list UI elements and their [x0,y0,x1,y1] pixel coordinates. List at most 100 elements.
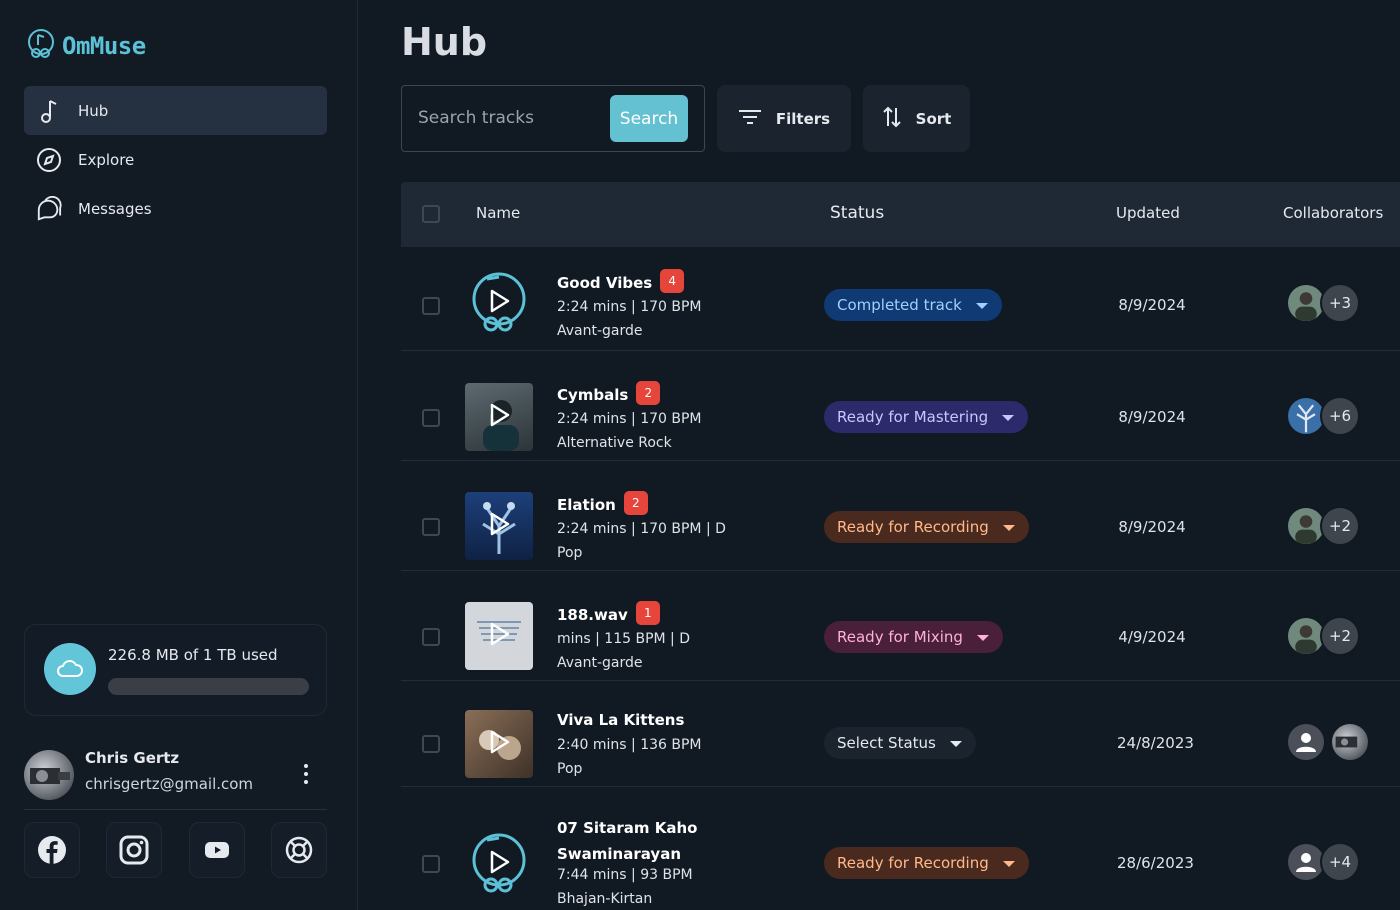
select-all-checkbox[interactable] [422,205,440,223]
user-email: chrisgertz@gmail.com [85,775,254,793]
status-dropdown[interactable]: Ready for Mastering [824,401,1029,433]
column-header-updated[interactable]: Updated [1116,204,1180,222]
brand-logo[interactable]: OmMuse [26,28,146,64]
track-thumbnail[interactable] [465,492,533,560]
table-row[interactable]: 188.wav 1 mins | 115 BPM | D Avant-garde … [401,571,1400,681]
nav-item-explore[interactable]: Explore [24,135,327,184]
track-title-text: 07 Sitaram Kaho Swaminarayan [557,819,698,863]
collaborators[interactable]: +3 [1286,283,1360,323]
track-title-text: Elation [557,496,616,514]
updated-date: 8/9/2024 [1118,296,1186,314]
row-checkbox[interactable] [422,628,440,646]
facebook-icon[interactable] [24,822,80,878]
collaborators[interactable]: +6 [1286,396,1360,436]
instagram-icon[interactable] [106,822,163,878]
storage-usage-text: 226.8 MB of 1 TB used [108,646,278,664]
brand-name: OmMuse [62,32,146,60]
support-lifebuoy-icon[interactable] [270,822,327,878]
updated-date: 8/9/2024 [1118,518,1186,536]
status-dropdown[interactable]: Completed track [824,289,1002,321]
track-title-text: Viva La Kittens [557,711,685,729]
more-vertical-icon[interactable] [299,762,313,786]
filters-button[interactable]: Filters [717,85,851,152]
row-checkbox[interactable] [422,518,440,536]
row-checkbox[interactable] [422,409,440,427]
updated-date: 8/9/2024 [1118,408,1186,426]
status-dropdown[interactable]: Select Status [824,727,976,759]
track-title[interactable]: Viva La Kittens [557,711,684,729]
more-collaborators-count: +4 [1320,842,1360,882]
sort-arrows-icon [882,106,902,132]
updated-date: 4/9/2024 [1118,628,1186,646]
sort-button[interactable]: Sort [863,85,970,152]
track-genre: Alternative Rock [557,435,672,451]
track-title[interactable]: Elation 2 [557,491,648,515]
track-thumbnail[interactable] [465,602,533,670]
status-dropdown[interactable]: Ready for Recording [824,847,1029,879]
youtube-icon[interactable] [188,822,245,878]
search-box: Search [401,85,705,152]
track-thumbnail[interactable] [465,710,533,778]
track-title[interactable]: 188.wav 1 [557,601,660,625]
table-row[interactable]: Good Vibes 4 2:24 mins | 170 BPM Avant-ga… [401,247,1400,351]
tracks-table: Name Status Updated Collaborators Good V… [401,182,1400,910]
collaborators[interactable] [1286,722,1370,762]
track-meta: mins | 115 BPM | D [557,631,691,647]
row-checkbox[interactable] [422,855,440,873]
caret-down-icon [1002,861,1015,867]
collaborators[interactable]: +2 [1286,506,1360,546]
caret-down-icon [1002,525,1015,531]
play-icon[interactable] [490,512,510,540]
track-title[interactable]: 07 Sitaram Kaho Swaminarayan [557,815,707,867]
collaborators[interactable]: +4 [1286,842,1360,882]
track-thumbnail[interactable] [465,830,533,898]
track-title-text: Cymbals [557,386,629,404]
track-meta: 2:24 mins | 170 BPM [557,299,702,315]
user-name: Chris Gertz [85,749,180,767]
more-collaborators-count: +3 [1320,283,1360,323]
table-row[interactable]: Cymbals 2 2:24 mins | 170 BPM Alternative… [401,351,1400,461]
column-header-collaborators[interactable]: Collaborators [1283,204,1383,222]
caret-down-icon [976,635,989,641]
track-thumbnail[interactable] [465,383,533,451]
status-dropdown[interactable]: Ready for Recording [824,511,1029,543]
play-icon[interactable] [490,403,510,431]
search-button[interactable]: Search [610,95,688,142]
table-row[interactable]: Viva La Kittens 2:40 mins | 136 BPM Pop … [401,681,1400,787]
track-title[interactable]: Cymbals 2 [557,381,661,405]
play-icon[interactable] [490,289,510,317]
user-placeholder-icon [1286,722,1326,762]
table-row[interactable]: Elation 2 2:24 mins | 170 BPM | D Pop Rea… [401,461,1400,571]
track-title[interactable]: Good Vibes 4 [557,269,685,293]
column-header-status[interactable]: Status [830,203,884,223]
search-input[interactable] [418,108,598,128]
main-content: Hub Search Filters Sort Name Status Upda… [358,0,1400,910]
track-genre: Pop [557,545,583,561]
caret-down-icon [1002,415,1015,421]
updated-date: 24/8/2023 [1117,734,1194,752]
ommuse-logo-icon [26,28,56,64]
track-thumbnail[interactable] [465,269,533,337]
sidebar: OmMuse Hub Explore Messages 226.8 MB of … [0,0,358,910]
play-icon[interactable] [490,850,510,878]
more-collaborators-count: +2 [1320,506,1360,546]
nav-item-messages[interactable]: Messages [24,184,327,233]
table-row[interactable]: 07 Sitaram Kaho Swaminarayan 7:44 mins |… [401,787,1400,910]
play-icon[interactable] [490,730,510,758]
row-checkbox[interactable] [422,297,440,315]
nav-item-label: Hub [78,101,109,120]
status-label: Ready for Recording [837,518,989,536]
updated-date: 28/6/2023 [1117,854,1194,872]
page-title: Hub [401,20,488,64]
nav-item-label: Messages [78,199,152,218]
column-header-name[interactable]: Name [476,204,520,222]
nav-item-hub[interactable]: Hub [24,86,327,135]
status-dropdown[interactable]: Ready for Mixing [824,621,1003,653]
row-checkbox[interactable] [422,735,440,753]
play-icon[interactable] [490,622,510,650]
main-nav: Hub Explore Messages [24,86,327,233]
avatar[interactable] [24,750,74,800]
track-meta: 2:24 mins | 170 BPM [557,411,702,427]
collaborators[interactable]: +2 [1286,616,1360,656]
chat-bubbles-icon [36,195,62,222]
